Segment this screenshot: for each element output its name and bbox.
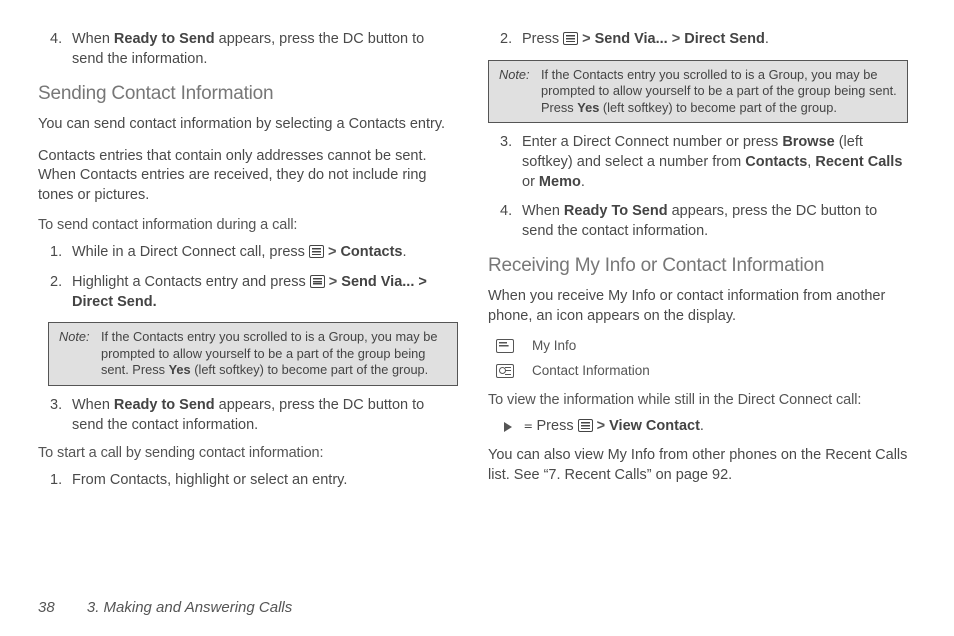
heading-sending-contact: Sending Contact Information xyxy=(38,83,458,105)
text: . xyxy=(700,418,704,434)
gt-symbol: > xyxy=(597,418,605,434)
chapter-title: 3. Making and Answering Calls xyxy=(87,599,292,616)
icon-row-myinfo: My Info xyxy=(496,338,908,353)
subheading-start-call: To start a call by sending contact infor… xyxy=(38,445,458,461)
bold-text: Direct Send xyxy=(684,31,765,47)
gt-symbol: > xyxy=(329,274,337,290)
myinfo-icon xyxy=(496,339,514,353)
gt-symbol: > xyxy=(328,244,336,260)
paragraph: When you receive My Info or contact info… xyxy=(488,287,908,326)
text: (left softkey) to become part of the gro… xyxy=(191,362,429,377)
arrow-list: Press > View Contact. xyxy=(488,418,908,434)
bold-text: Send Via... xyxy=(595,31,668,47)
text: When xyxy=(72,31,114,47)
page-number: 38 xyxy=(38,599,55,616)
step-2: 2. Press > Send Via... > Direct Send. xyxy=(506,30,908,50)
text: From Contacts, highlight or select an en… xyxy=(72,472,347,488)
left-column: 4. When Ready to Send appears, press the… xyxy=(38,30,458,501)
step-3: 3. When Ready to Send appears, press the… xyxy=(56,396,458,435)
menu-icon xyxy=(563,32,578,45)
text: . xyxy=(765,31,769,47)
step-1: 1. From Contacts, highlight or select an… xyxy=(56,471,458,491)
note-box: Note: If the Contacts entry you scrolled… xyxy=(488,60,908,124)
text: . xyxy=(581,174,585,190)
note-text: If the Contacts entry you scrolled to is… xyxy=(541,67,897,117)
text: Highlight a Contacts entry and press xyxy=(72,274,310,290)
triangle-bullet-icon xyxy=(504,422,512,432)
bold-text: Ready to Send xyxy=(114,31,215,47)
step-4: 4. When Ready To Send appears, press the… xyxy=(506,202,908,241)
step-number: 3. xyxy=(500,133,512,153)
step-4-top: 4. When Ready to Send appears, press the… xyxy=(56,30,458,69)
bold-text: Contacts xyxy=(745,154,807,170)
step-list-start-call: 1. From Contacts, highlight or select an… xyxy=(38,471,458,491)
heading-receiving: Receiving My Info or Contact Information xyxy=(488,255,908,277)
bold-text: Recent Calls xyxy=(815,154,902,170)
step-number: 4. xyxy=(50,30,62,50)
icon-row-contact: Contact Information xyxy=(496,363,908,378)
right-column: 2. Press > Send Via... > Direct Send. No… xyxy=(488,30,908,501)
text: (left softkey) to become part of the gro… xyxy=(599,100,837,115)
step-number: 1. xyxy=(50,471,62,491)
note-box: Note: If the Contacts entry you scrolled… xyxy=(48,322,458,386)
paragraph: Contacts entries that contain only addre… xyxy=(38,147,458,206)
gt-symbol: > xyxy=(672,31,680,47)
bold-text: Contacts xyxy=(340,244,402,260)
step-2: 2. Highlight a Contacts entry and press … xyxy=(56,273,458,312)
subheading-send-during-call: To send contact information during a cal… xyxy=(38,217,458,233)
step-list-start-call-cont: 2. Press > Send Via... > Direct Send. xyxy=(488,30,908,50)
menu-icon xyxy=(578,419,593,432)
icon-legend: My Info Contact Information xyxy=(496,338,908,378)
step-list-during-call-cont: 3. When Ready to Send appears, press the… xyxy=(38,396,458,435)
step-3: 3. Enter a Direct Connect number or pres… xyxy=(506,133,908,192)
step-number: 2. xyxy=(500,30,512,50)
step-list-continued: 4. When Ready to Send appears, press the… xyxy=(38,30,458,69)
menu-icon xyxy=(310,275,325,288)
note-label: Note: xyxy=(499,67,541,117)
paragraph: You can also view My Info from other pho… xyxy=(488,446,908,485)
step-list-during-call: 1. While in a Direct Connect call, press… xyxy=(38,243,458,312)
paragraph: You can send contact information by sele… xyxy=(38,115,458,135)
icon-label: Contact Information xyxy=(532,363,650,378)
text: or xyxy=(522,174,539,190)
bold-text: Yes xyxy=(169,362,191,377)
menu-icon xyxy=(309,245,324,258)
step-list-start-call-cont2: 3. Enter a Direct Connect number or pres… xyxy=(488,133,908,241)
text: Enter a Direct Connect number or press xyxy=(522,134,782,150)
bold-text: View Contact xyxy=(609,418,700,434)
bold-text: Ready to Send xyxy=(114,397,215,413)
step-number: 1. xyxy=(50,243,62,263)
text: . xyxy=(403,244,407,260)
page-content: 4. When Ready to Send appears, press the… xyxy=(0,0,954,511)
note-text: If the Contacts entry you scrolled to is… xyxy=(101,329,447,379)
bold-text: Yes xyxy=(577,100,599,115)
text: While in a Direct Connect call, press xyxy=(72,244,309,260)
bold-text: Memo xyxy=(539,174,581,190)
icon-label: My Info xyxy=(532,338,576,353)
text: When xyxy=(72,397,114,413)
page-footer: 38 3. Making and Answering Calls xyxy=(38,599,292,616)
step-1: 1. While in a Direct Connect call, press… xyxy=(56,243,458,263)
text: Press xyxy=(537,418,578,434)
text: When xyxy=(522,203,564,219)
note-label: Note: xyxy=(59,329,101,379)
bold-text: Ready To Send xyxy=(564,203,668,219)
gt-symbol: > xyxy=(582,31,590,47)
step-number: 4. xyxy=(500,202,512,222)
bold-text: Browse xyxy=(782,134,834,150)
contact-info-icon xyxy=(496,364,514,378)
step-number: 3. xyxy=(50,396,62,416)
subheading-view-info: To view the information while still in t… xyxy=(488,392,908,408)
arrow-item: Press > View Contact. xyxy=(506,418,908,434)
step-number: 2. xyxy=(50,273,62,293)
text: Press xyxy=(522,31,563,47)
